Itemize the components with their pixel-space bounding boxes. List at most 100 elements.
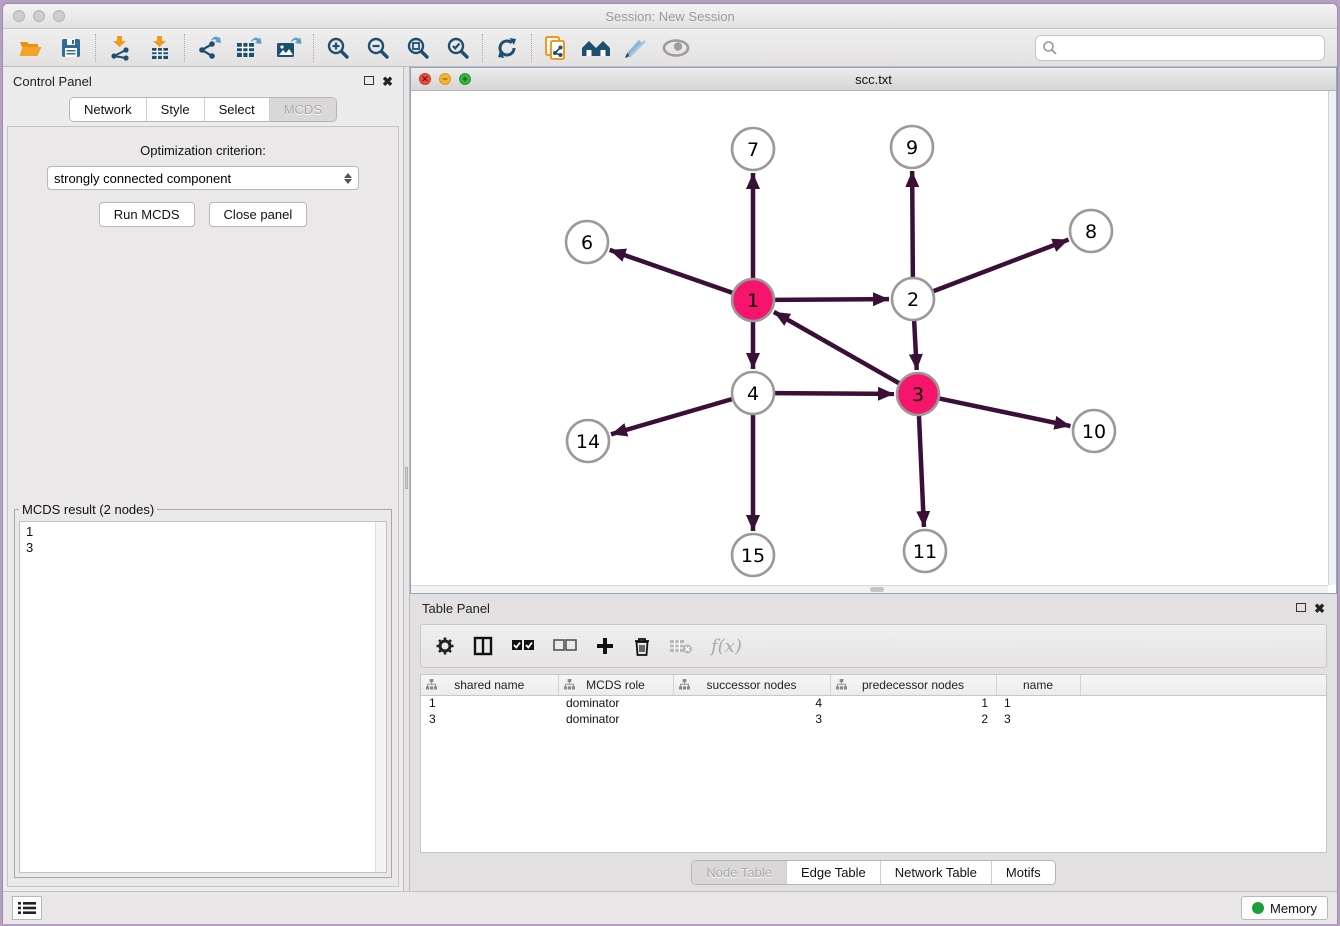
maximize-window-button[interactable] [53, 10, 65, 22]
run-mcds-button[interactable]: Run MCDS [99, 202, 195, 227]
zoom-out-icon [365, 35, 391, 61]
table-cell[interactable]: 3 [996, 711, 1080, 727]
network-horizontal-scrollbar[interactable] [411, 585, 1328, 593]
minimize-window-button[interactable] [33, 10, 45, 22]
first-neighbors-button[interactable] [576, 32, 616, 64]
show-eye-button[interactable] [656, 32, 696, 64]
panel-splitter[interactable] [403, 67, 410, 891]
zoom-in-button[interactable] [318, 32, 358, 64]
zoom-in-icon [325, 35, 351, 61]
scrollbar-thumb[interactable] [870, 587, 884, 592]
close-panel-button[interactable]: Close panel [209, 202, 308, 227]
edge-2-3[interactable] [914, 321, 917, 370]
select-all-button[interactable] [511, 639, 535, 653]
deselect-all-button[interactable] [553, 639, 577, 653]
tab-network[interactable]: Network [70, 98, 146, 121]
float-table-panel-button[interactable] [1296, 599, 1306, 617]
open-folder-icon [18, 36, 44, 60]
column-header-mcds-role[interactable]: MCDS role [558, 675, 673, 695]
tab-node-table[interactable]: Node Table [692, 861, 786, 884]
edge-4-14[interactable] [611, 399, 732, 434]
splitter-grip-icon[interactable] [405, 467, 408, 489]
search-box[interactable] [1035, 35, 1325, 61]
export-image-icon [275, 35, 303, 61]
network-canvas[interactable]: 7961284314101511 [411, 91, 1336, 593]
column-header-predecessor-nodes[interactable]: predecessor nodes [830, 675, 996, 695]
node-label-11: 11 [913, 541, 937, 563]
import-network-button[interactable] [100, 32, 140, 64]
delete-column-button[interactable] [633, 636, 651, 657]
float-panel-button[interactable] [364, 72, 374, 90]
memory-status-icon [1252, 902, 1264, 914]
hide-graphics-details-button[interactable] [616, 32, 656, 64]
open-session-button[interactable] [11, 32, 51, 64]
export-network-button[interactable] [189, 32, 229, 64]
table-cell[interactable]: 3 [421, 711, 558, 727]
zoom-selected-button[interactable] [438, 32, 478, 64]
network-graph[interactable]: 7961284314101511 [411, 91, 1331, 587]
tab-style[interactable]: Style [146, 98, 204, 121]
mcds-result-box[interactable]: 1 3 [19, 521, 387, 873]
search-input[interactable] [1058, 40, 1318, 55]
task-history-button[interactable] [12, 896, 42, 920]
table-row[interactable]: 3dominator323 [421, 711, 1326, 727]
paintbrush-slash-icon [623, 35, 649, 61]
zoom-fit-button[interactable] [398, 32, 438, 64]
zoom-fit-icon [405, 35, 431, 61]
delete-table-button[interactable] [669, 637, 693, 655]
edge-2-8[interactable] [934, 240, 1069, 292]
edge-1-6[interactable] [610, 250, 733, 293]
float-icon [1296, 603, 1306, 612]
table-panel-title: Table Panel [422, 601, 490, 616]
criterion-select[interactable]: strongly connected component [47, 166, 359, 190]
tab-motifs[interactable]: Motifs [991, 861, 1055, 884]
network-vertical-scrollbar[interactable] [1328, 91, 1336, 585]
table-cell[interactable]: 4 [673, 695, 830, 711]
refresh-button[interactable] [487, 32, 527, 64]
memory-button[interactable]: Memory [1241, 896, 1328, 920]
result-scrollbar[interactable] [375, 522, 386, 872]
network-zoom-button[interactable]: + [459, 73, 471, 85]
close-window-button[interactable] [13, 10, 25, 22]
select-stepper-icon [344, 173, 352, 184]
edge-3-1[interactable] [774, 312, 899, 383]
edge-4-3[interactable] [775, 393, 894, 394]
edge-3-11[interactable] [919, 416, 924, 527]
table-cell[interactable]: 1 [996, 695, 1080, 711]
function-builder-button[interactable]: f(x) [711, 636, 742, 657]
save-session-button[interactable] [51, 32, 91, 64]
application-window: Session: New Session [2, 3, 1338, 924]
table-cell[interactable]: dominator [558, 695, 673, 711]
tab-edge-table[interactable]: Edge Table [786, 861, 880, 884]
tab-mcds[interactable]: MCDS [269, 98, 336, 121]
table-cell[interactable]: dominator [558, 711, 673, 727]
table-options-button[interactable] [435, 636, 455, 656]
table-cell[interactable]: 3 [673, 711, 830, 727]
export-image-button[interactable] [269, 32, 309, 64]
show-column-button[interactable] [473, 636, 493, 656]
control-panel-header: Control Panel ✖ [3, 67, 403, 95]
table-toolbar: f(x) [420, 624, 1327, 668]
table-cell[interactable]: 2 [830, 711, 996, 727]
edge-1-2[interactable] [775, 299, 889, 300]
column-header-shared-name[interactable]: shared name [421, 675, 558, 695]
tab-network-table[interactable]: Network Table [880, 861, 991, 884]
edge-3-10[interactable] [940, 399, 1071, 427]
close-table-panel-button[interactable]: ✖ [1314, 602, 1325, 615]
column-header-successor-nodes[interactable]: successor nodes [673, 675, 830, 695]
table-cell[interactable]: 1 [421, 695, 558, 711]
export-table-button[interactable] [229, 32, 269, 64]
close-panel-button[interactable]: ✖ [382, 75, 393, 88]
edge-2-9[interactable] [912, 171, 913, 277]
duplicate-network-button[interactable] [536, 32, 576, 64]
table-row[interactable]: 1dominator411 [421, 695, 1326, 711]
tab-select[interactable]: Select [204, 98, 269, 121]
column-header-name[interactable]: name [996, 675, 1080, 695]
network-window-titlebar[interactable]: ✕ − + scc.txt [411, 68, 1336, 91]
zoom-out-button[interactable] [358, 32, 398, 64]
table-cell[interactable]: 1 [830, 695, 996, 711]
create-column-button[interactable] [595, 636, 615, 656]
network-close-button[interactable]: ✕ [419, 73, 431, 85]
network-minimize-button[interactable]: − [439, 73, 451, 85]
import-table-button[interactable] [140, 32, 180, 64]
